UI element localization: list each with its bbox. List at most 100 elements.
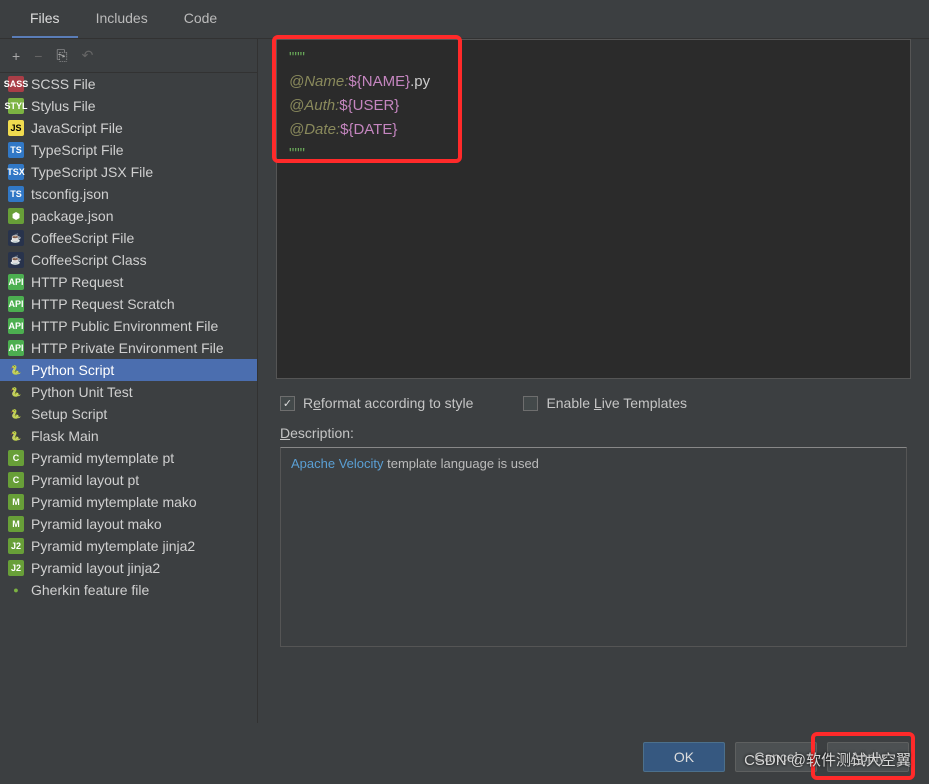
description-label: Description: xyxy=(280,425,907,441)
file-type-icon: API xyxy=(8,274,24,290)
ok-button[interactable]: OK xyxy=(643,742,725,772)
list-item[interactable]: API HTTP Private Environment File xyxy=(0,337,257,359)
list-item[interactable]: C Pyramid mytemplate pt xyxy=(0,447,257,469)
tabs-bar: FilesIncludesCode xyxy=(0,0,929,39)
list-item[interactable]: 🐍 Setup Script xyxy=(0,403,257,425)
tab-code[interactable]: Code xyxy=(166,0,235,38)
file-type-icon: 🐍 xyxy=(8,406,24,422)
file-type-icon: TS xyxy=(8,186,24,202)
file-type-icon: TS xyxy=(8,142,24,158)
list-item[interactable]: ⬢ package.json xyxy=(0,205,257,227)
reformat-option: Reformat according to style xyxy=(280,395,473,411)
list-item[interactable]: ☕ CoffeeScript File xyxy=(0,227,257,249)
list-item-label: HTTP Private Environment File xyxy=(31,340,224,356)
copy-icon[interactable]: ⎘ xyxy=(56,47,67,64)
template-file-list[interactable]: SASSSCSS FileSTYLStylus File JS JavaScript… xyxy=(0,73,257,723)
tab-files[interactable]: Files xyxy=(12,0,78,38)
apply-button[interactable]: Apply xyxy=(827,742,909,772)
list-item[interactable]: CPyramid layout pt xyxy=(0,469,257,491)
list-item-label: Setup Script xyxy=(31,406,107,422)
cancel-button[interactable]: Cancel xyxy=(735,742,817,772)
content-panel: """ @Name:${NAME}.py @Auth:${USER} @Date… xyxy=(258,39,929,723)
list-item[interactable]: J2 Pyramid mytemplate jinja2 xyxy=(0,535,257,557)
file-type-icon: J2 xyxy=(8,538,24,554)
code-line: @Date: xyxy=(289,121,340,138)
list-item[interactable]: ☕ CoffeeScript Class xyxy=(0,249,257,271)
file-type-icon: TSX xyxy=(8,164,24,180)
list-item[interactable]: STYLStylus File xyxy=(0,95,257,117)
file-type-icon: ⬢ xyxy=(8,208,24,224)
list-item-label: Python Script xyxy=(31,362,114,378)
remove-icon[interactable]: − xyxy=(34,48,42,64)
tab-includes[interactable]: Includes xyxy=(78,0,166,38)
list-item[interactable]: M Pyramid mytemplate mako xyxy=(0,491,257,513)
code-line: @Auth: xyxy=(289,97,339,114)
list-item[interactable]: JS JavaScript File xyxy=(0,117,257,139)
list-item[interactable]: SASSSCSS File xyxy=(0,73,257,95)
live-templates-label: Enable Live Templates xyxy=(546,395,687,411)
list-item[interactable]: API HTTP Request xyxy=(0,271,257,293)
undo-icon[interactable]: ↶ xyxy=(82,47,94,64)
list-item-label: Pyramid mytemplate pt xyxy=(31,450,174,466)
file-type-icon: M xyxy=(8,494,24,510)
file-type-icon: 🐍 xyxy=(8,384,24,400)
reformat-checkbox[interactable] xyxy=(280,396,295,411)
file-type-icon: API xyxy=(8,340,24,356)
list-item[interactable]: TStsconfig.json xyxy=(0,183,257,205)
list-item-label: package.json xyxy=(31,208,114,224)
list-item-label: CoffeeScript File xyxy=(31,230,134,246)
list-item-label: JavaScript File xyxy=(31,120,123,136)
list-item[interactable]: TS TypeScript File xyxy=(0,139,257,161)
list-item-label: CoffeeScript Class xyxy=(31,252,147,268)
list-item-label: Pyramid mytemplate jinja2 xyxy=(31,538,195,554)
file-type-icon: ☕ xyxy=(8,230,24,246)
list-item-label: Pyramid layout jinja2 xyxy=(31,560,160,576)
list-item[interactable]: 🐍 Flask Main xyxy=(0,425,257,447)
file-type-icon: SASS xyxy=(8,76,24,92)
editor-container: """ @Name:${NAME}.py @Auth:${USER} @Date… xyxy=(276,39,911,379)
list-item[interactable]: ● Gherkin feature file xyxy=(0,579,257,601)
velocity-link[interactable]: Apache Velocity xyxy=(291,456,384,471)
code-line: @Name: xyxy=(289,73,348,90)
list-item-label: Pyramid layout mako xyxy=(31,516,162,532)
file-type-icon: C xyxy=(8,450,24,466)
list-item[interactable]: J2Pyramid layout jinja2 xyxy=(0,557,257,579)
list-item-label: TypeScript JSX File xyxy=(31,164,153,180)
file-type-icon: ● xyxy=(8,582,24,598)
file-type-icon: M xyxy=(8,516,24,532)
list-item[interactable]: 🐍Python Script xyxy=(0,359,257,381)
list-item[interactable]: 🐍 Python Unit Test xyxy=(0,381,257,403)
description-box[interactable]: Apache Velocity template language is use… xyxy=(280,447,907,647)
list-item-label: TypeScript File xyxy=(31,142,124,158)
sidebar: + − ⎘ ↶ SASSSCSS FileSTYLStylus File JS Ja… xyxy=(0,39,258,723)
live-templates-option: Enable Live Templates xyxy=(523,395,687,411)
list-item[interactable]: TSX TypeScript JSX File xyxy=(0,161,257,183)
add-icon[interactable]: + xyxy=(12,48,20,64)
file-type-icon: API xyxy=(8,296,24,312)
list-item-label: Python Unit Test xyxy=(31,384,133,400)
sidebar-toolbar: + − ⎘ ↶ xyxy=(0,39,257,73)
dialog-footer: OK Cancel Apply xyxy=(643,742,909,772)
template-editor[interactable]: """ @Name:${NAME}.py @Auth:${USER} @Date… xyxy=(276,39,911,379)
file-type-icon: 🐍 xyxy=(8,428,24,444)
list-item-label: Flask Main xyxy=(31,428,99,444)
reformat-label: Reformat according to style xyxy=(303,395,473,411)
list-item[interactable]: API HTTP Request Scratch xyxy=(0,293,257,315)
list-item-label: HTTP Public Environment File xyxy=(31,318,218,334)
file-type-icon: JS xyxy=(8,120,24,136)
list-item-label: Gherkin feature file xyxy=(31,582,149,598)
list-item[interactable]: APIHTTP Public Environment File xyxy=(0,315,257,337)
options-row: Reformat according to style Enable Live … xyxy=(258,387,929,419)
live-templates-checkbox[interactable] xyxy=(523,396,538,411)
code-line: """ xyxy=(289,49,305,66)
list-item-label: HTTP Request xyxy=(31,274,123,290)
list-item-label: Pyramid mytemplate mako xyxy=(31,494,197,510)
file-type-icon: C xyxy=(8,472,24,488)
list-item-label: HTTP Request Scratch xyxy=(31,296,175,312)
file-type-icon: ☕ xyxy=(8,252,24,268)
file-type-icon: STYL xyxy=(8,98,24,114)
code-line: """ xyxy=(289,145,305,162)
list-item[interactable]: M Pyramid layout mako xyxy=(0,513,257,535)
main-content: + − ⎘ ↶ SASSSCSS FileSTYLStylus File JS Ja… xyxy=(0,39,929,723)
description-section: Description: Apache Velocity template la… xyxy=(258,419,929,653)
